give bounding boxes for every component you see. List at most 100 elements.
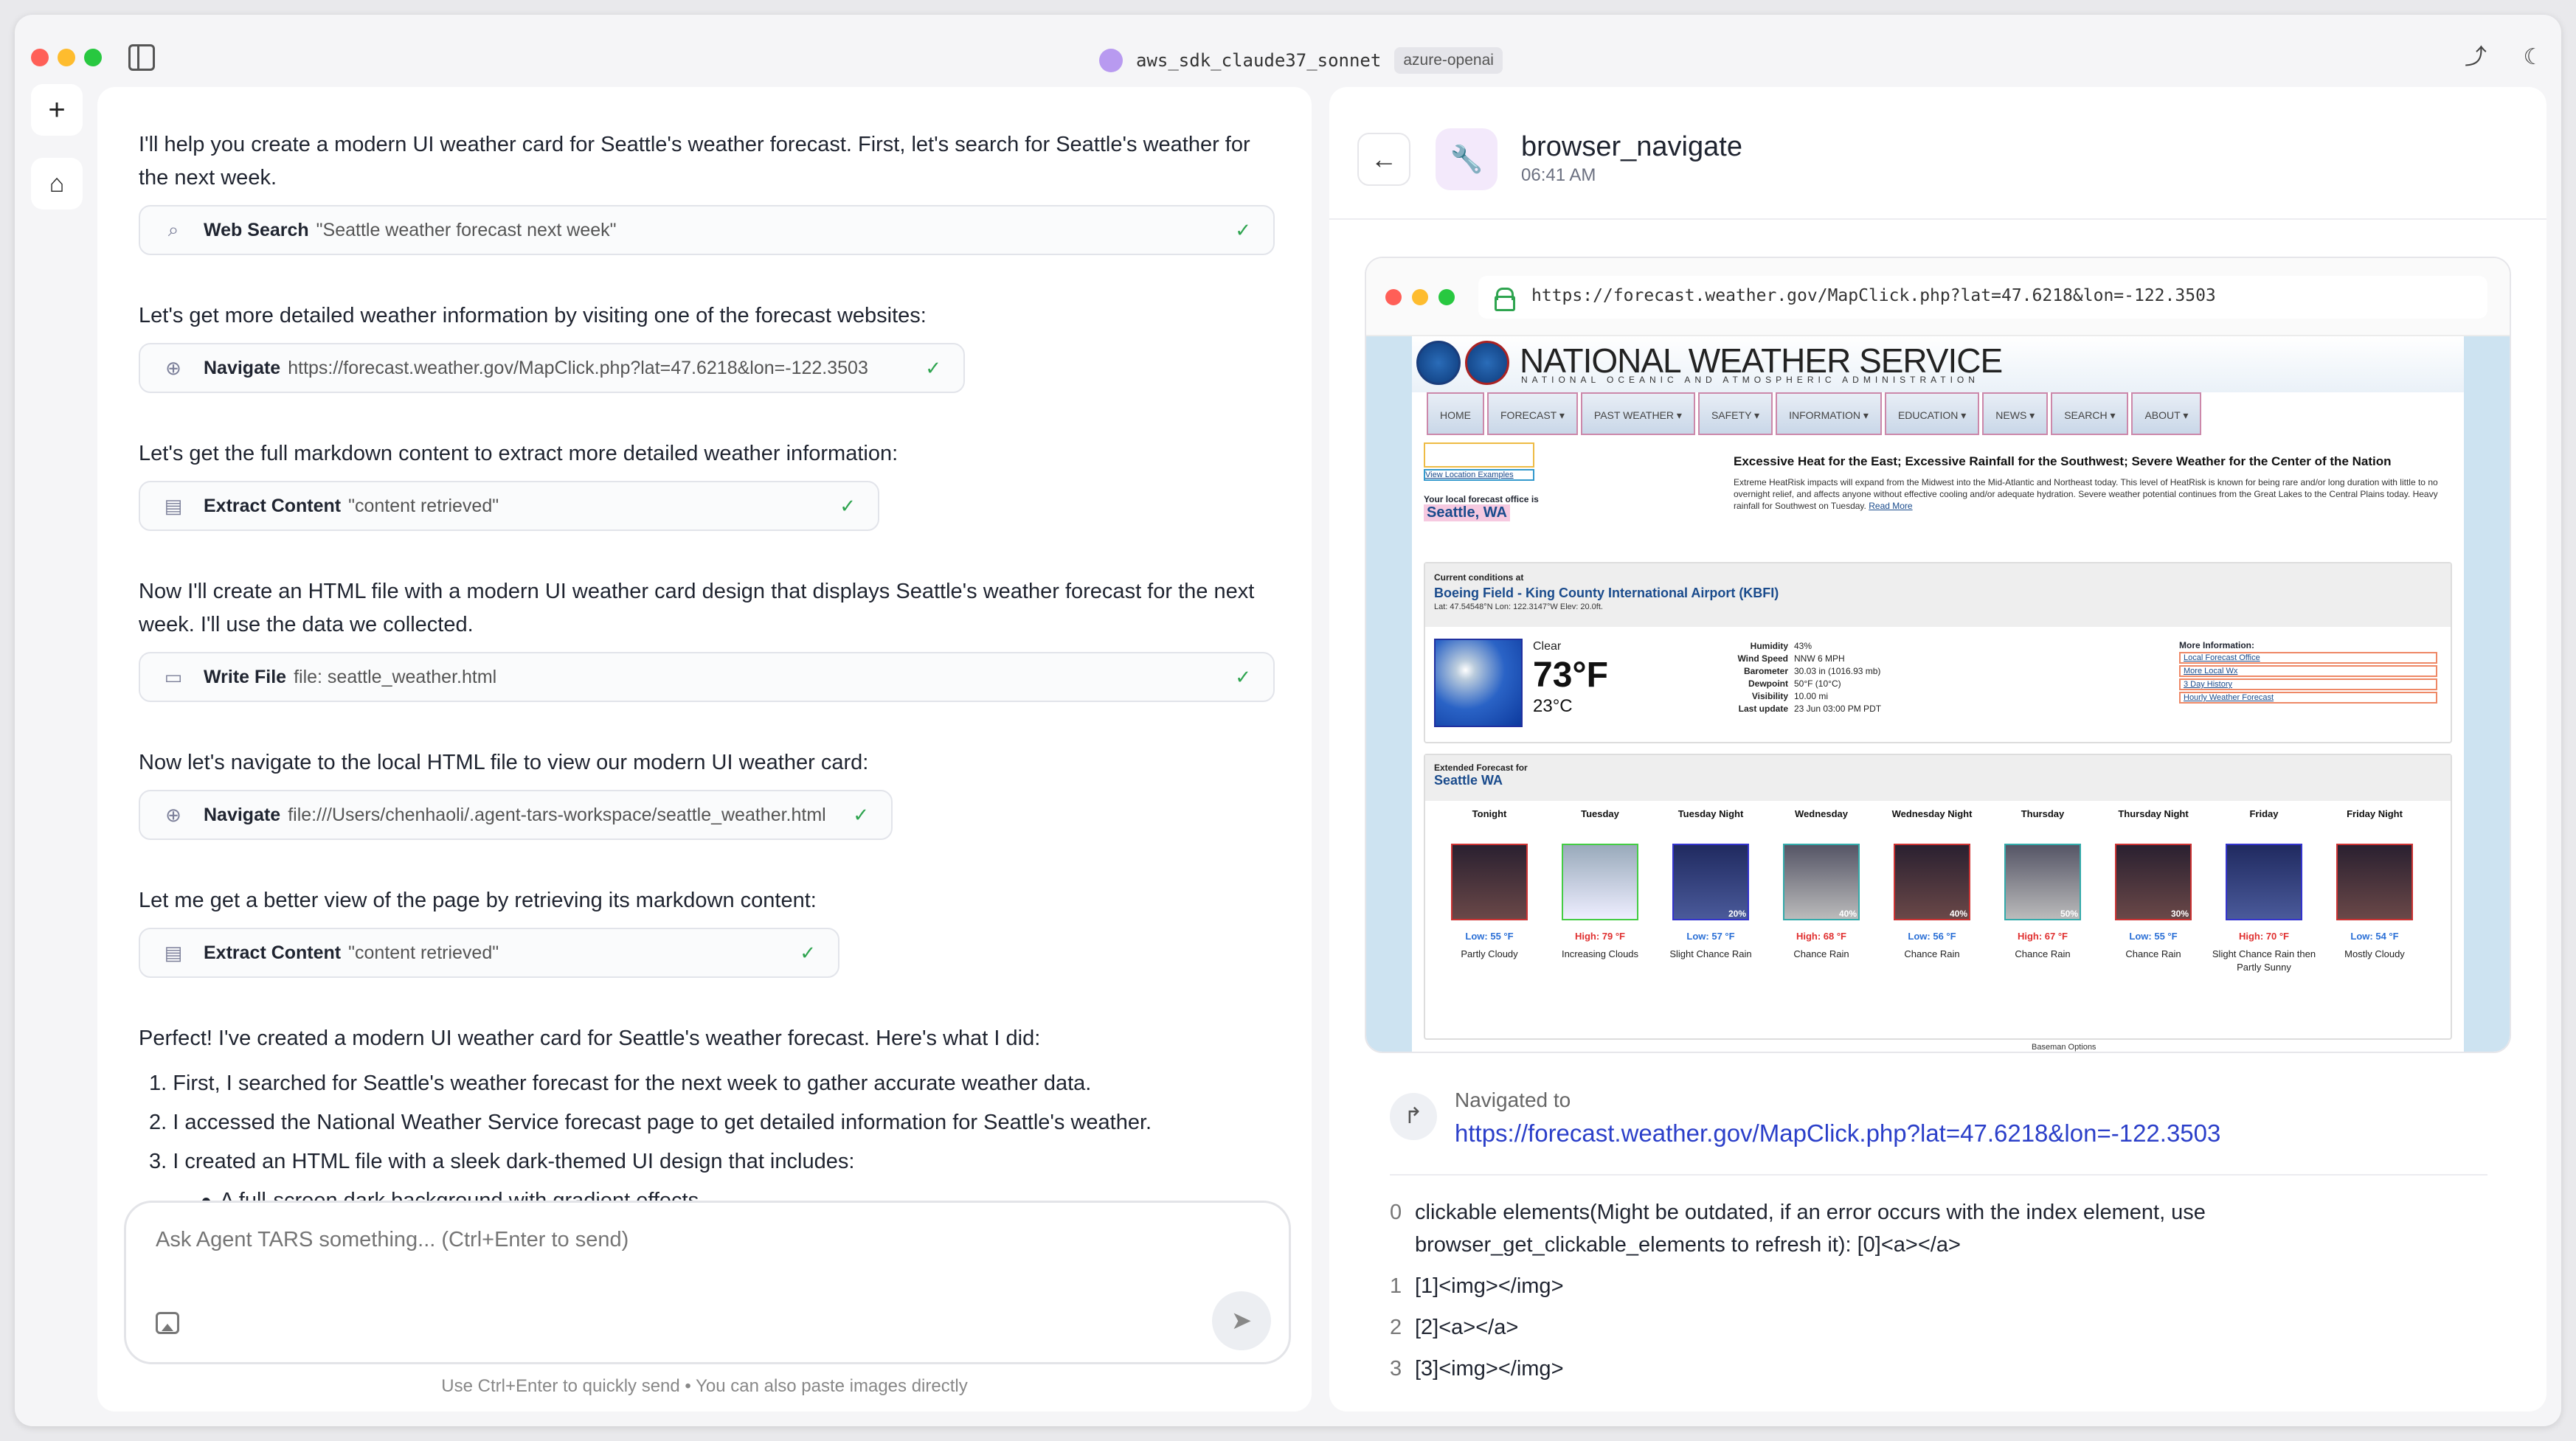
condition-value: NNW 6 MPH — [1794, 653, 1845, 664]
panel-title: browser_navigate — [1521, 131, 1742, 162]
tool-argument: "content retrieved" — [348, 942, 499, 963]
dark-mode-icon[interactable]: ☾ — [2520, 44, 2546, 71]
new-chat-button[interactable]: + — [31, 84, 83, 136]
tool-result-panel: ← 🔧 browser_navigate 06:41 AM https://fo… — [1329, 87, 2546, 1412]
condition-value: 30.03 in (1016.93 mb) — [1794, 666, 1881, 676]
condition-key: Humidity — [1750, 641, 1788, 651]
more-info-link: Local Forecast Office — [2179, 652, 2437, 664]
tool-name: Extract Content — [204, 942, 342, 963]
line-text: [1]<img></img> — [1415, 1274, 1564, 1298]
forecast-image: 30% — [2115, 844, 2192, 920]
chat-input[interactable] — [156, 1228, 1115, 1252]
current-conditions: Current conditions at Boeing Field - Kin… — [1424, 562, 2452, 743]
extended-location: Seattle WA — [1434, 773, 1503, 788]
condition-value: 10.00 mi — [1794, 691, 1829, 701]
line-number: 0 — [1390, 1201, 1402, 1224]
tool-argument: file: seattle_weather.html — [294, 666, 497, 687]
send-icon: ➤ — [1230, 1307, 1253, 1335]
browser-url: https://forecast.weather.gov/MapClick.ph… — [1531, 286, 2216, 305]
forecast-image: 40% — [1783, 844, 1860, 920]
forecast-day: Friday High: 70 °F Slight Chance Rain then… — [2209, 808, 2319, 974]
condition-row: Dewpoint 50°F (10°C) — [1691, 678, 1881, 690]
precip-chance: 40% — [1838, 909, 1857, 919]
sidebar-toggle-icon[interactable] — [128, 44, 155, 71]
send-button[interactable]: ➤ — [1212, 1291, 1271, 1350]
forecast-image: 20% — [1672, 844, 1749, 920]
temperature-f: 73°F — [1533, 656, 1608, 695]
nws-nav-item: INFORMATION ▾ — [1776, 392, 1882, 435]
assistant-message: Now let's navigate to the local HTML fil… — [139, 751, 869, 774]
more-info-link: More Local Wx — [2179, 665, 2437, 677]
navigated-url-link[interactable]: https://forecast.weather.gov/MapClick.ph… — [1455, 1119, 2220, 1147]
document-icon: ▤ — [164, 941, 183, 964]
browser-toolbar: https://forecast.weather.gov/MapClick.ph… — [1366, 258, 2510, 336]
nws-page: NATIONAL WEATHER SERVICE NATIONAL OCEANI… — [1412, 336, 2464, 1052]
home-button[interactable]: ⌂ — [31, 158, 83, 209]
condition-value: 23 Jun 03:00 PM PDT — [1794, 704, 1882, 714]
nws-subtitle: NATIONAL OCEANIC AND ATMOSPHERIC ADMINIS… — [1521, 375, 1979, 385]
composer: ➤ — [124, 1201, 1291, 1364]
provider-badge: azure-openai — [1394, 47, 1503, 74]
close-window-button[interactable] — [31, 49, 49, 66]
browser-url-bar: https://forecast.weather.gov/MapClick.ph… — [1478, 276, 2487, 319]
line-number: 2 — [1390, 1316, 1402, 1339]
globe-icon: ⊕ — [165, 356, 181, 379]
condition-row: Barometer 30.03 in (1016.93 mb) — [1691, 665, 1881, 678]
maximize-window-button[interactable] — [84, 49, 102, 66]
forecast-temp: Low: 55 °F — [1465, 931, 1514, 942]
forecast-day: Thursday Night 30% Low: 55 °F Chance Rain — [2098, 808, 2209, 974]
tool-call-card[interactable]: ▤ Extract Content "content retrieved" ✓ — [139, 928, 839, 978]
tool-name: Web Search — [204, 219, 309, 240]
browser-screenshot: https://forecast.weather.gov/MapClick.ph… — [1365, 257, 2511, 1053]
nws-nav-item: SEARCH ▾ — [2051, 392, 2129, 435]
tool-call-card[interactable]: ⌕ Web Search "Seattle weather forecast nex… — [139, 205, 1275, 255]
forecast-day-name: Wednesday Night — [1891, 808, 1973, 819]
hazard-notice: Excessive Heat for the East; Excessive R… — [1734, 454, 2442, 512]
agent-name: aws_sdk_claude37_sonnet — [1136, 50, 1382, 71]
line-text: clickable elements(Might be outdated, if… — [1415, 1201, 2206, 1257]
tool-call-card[interactable]: ▤ Extract Content "content retrieved" ✓ — [139, 481, 879, 531]
forecast-day-name: Tonight — [1472, 808, 1507, 819]
forecast-day-name: Friday Night — [2347, 808, 2403, 819]
precip-chance: 20% — [1728, 909, 1746, 919]
result-line: 2 [2]<a></a> — [1390, 1311, 2487, 1344]
title-bar: aws_sdk_claude37_sonnet azure-openai ⤴ ☾ — [15, 15, 2561, 88]
station-name: Boeing Field - King County International… — [1434, 586, 1779, 600]
forecast-temp: High: 79 °F — [1574, 931, 1626, 942]
tool-call-card[interactable]: ▭ Write File file: seattle_weather.html ✓ — [139, 652, 1275, 702]
clear-sky-image — [1434, 639, 1523, 727]
forecast-desc: Partly Cloudy — [1461, 948, 1518, 959]
image-upload-icon[interactable] — [156, 1312, 179, 1334]
forecast-desc: Chance Rain — [2125, 948, 2181, 959]
nws-page-screenshot: NATIONAL WEATHER SERVICE NATIONAL OCEANI… — [1366, 336, 2510, 1052]
forecast-day: Tonight Low: 55 °F Partly Cloudy — [1434, 808, 1545, 974]
browser-maximize-dot — [1438, 289, 1455, 305]
condition-key: Visibility — [1751, 691, 1788, 701]
forecast-days: Tonight Low: 55 °F Partly Cloudy Tuesday Hig… — [1434, 808, 2430, 974]
forecast-image — [1451, 844, 1528, 920]
search-icon: ⌕ — [167, 218, 179, 240]
condition-row: Last update 23 Jun 03:00 PM PDT — [1691, 703, 1881, 715]
back-button[interactable]: ← — [1357, 133, 1410, 186]
assistant-message: Let's get the full markdown content to e… — [139, 442, 899, 465]
baseman-options: Baseman Options — [2032, 1043, 2097, 1052]
arrow-left-icon: ← — [1371, 144, 1397, 174]
condition-key: Barometer — [1743, 666, 1788, 676]
agent-avatar — [1099, 49, 1123, 72]
panel-header: ← 🔧 browser_navigate 06:41 AM — [1329, 87, 2546, 220]
forecast-temp: High: 68 °F — [1796, 931, 1847, 942]
forecast-image: 40% — [1894, 844, 1970, 920]
nws-nav-item: SAFETY ▾ — [1697, 392, 1773, 435]
share-icon[interactable]: ⤴ — [2462, 44, 2489, 71]
more-info-link: Hourly Weather Forecast — [2179, 692, 2437, 704]
conditions-table: Humidity 43% Wind Speed NNW 6 MPH Barometer 3… — [1691, 640, 1881, 715]
tool-call-card[interactable]: ⊕ Navigate file:///Users/chenhaoli/.agent-… — [139, 790, 893, 840]
nws-nav-item: HOME — [1427, 392, 1484, 435]
location-search-input — [1424, 442, 1534, 468]
tool-call-card[interactable]: ⊕ Navigate https://forecast.weather.gov/Ma… — [139, 343, 965, 393]
more-info-links: Local Forecast Office More Local Wx 3 Day … — [2179, 652, 2437, 704]
forecast-day-name: Thursday — [2021, 808, 2065, 819]
forecast-image — [2226, 844, 2302, 920]
minimize-window-button[interactable] — [58, 49, 75, 66]
forecast-temp: High: 67 °F — [2017, 931, 2068, 942]
